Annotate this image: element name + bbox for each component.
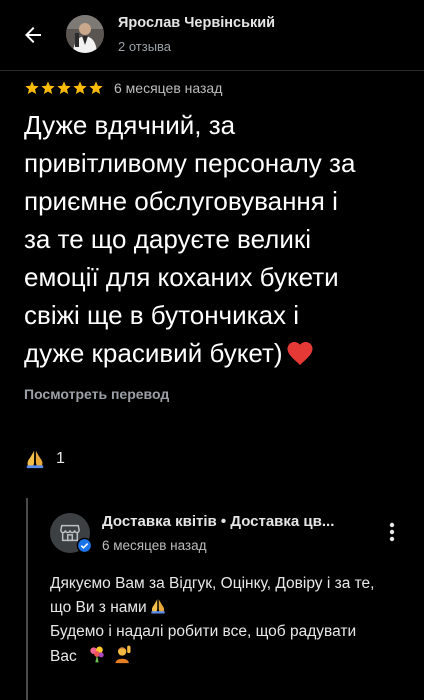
star-icon (89, 81, 103, 94)
reply-text-line: Будемо і надалі робити все, щоб радувати (50, 623, 357, 640)
owner-reply-date: 6 месяцев назад (102, 538, 207, 553)
back-button[interactable] (18, 20, 48, 50)
review-text-line: дуже красивий букет) (24, 338, 283, 368)
reaction-count: 1 (56, 450, 65, 467)
owner-name[interactable]: Доставка квітів • Доставка цв... (102, 513, 334, 530)
author-review-count: 2 отзыва (118, 39, 172, 54)
review-text-last-line: дуже красивий букет) (24, 334, 414, 372)
star-icon (25, 81, 39, 94)
reaction-button[interactable]: 1 (24, 448, 65, 470)
header-divider (0, 70, 424, 71)
star-icon (57, 81, 71, 94)
review-text-line: за те що даруєте великі (24, 224, 312, 254)
review-text-line: привітливому персоналу за (24, 148, 356, 178)
review-text-line: Дуже вдячний, за (24, 110, 236, 140)
reply-text-line-with-emoji: Вас (50, 644, 410, 669)
verified-badge-icon (76, 537, 93, 554)
reply-text-line: Вас (50, 648, 77, 665)
review-text-line: емоції для коханих букети (24, 262, 339, 292)
folded-hands-icon (26, 450, 44, 469)
translate-link[interactable]: Посмотреть перевод (24, 386, 169, 402)
reply-text-line-with-emoji: що Ви з нами (50, 596, 410, 620)
review-text-line: приємне обслуговування і (24, 186, 338, 216)
rating-stars (24, 80, 104, 96)
more-vertical-icon (389, 522, 395, 542)
star-icon (73, 81, 87, 94)
review-text: Дуже вдячний, за привітливому персоналу … (24, 106, 414, 372)
reply-text-line: що Ви з нами (50, 599, 147, 616)
author-avatar[interactable] (66, 15, 104, 53)
review-header: Ярослав Червінський 2 отзыва (0, 0, 424, 70)
author-name[interactable]: Ярослав Червінський (118, 15, 275, 31)
review-text-line: свіжі ще в бутончиках і (24, 300, 300, 330)
star-icon (41, 81, 55, 94)
person-raising-hand-icon (115, 645, 131, 664)
reply-thread-line (26, 498, 28, 700)
review-date: 6 месяцев назад (114, 80, 223, 96)
reply-text-line: Дякуємо Вам за Відгук, Оцінку, Довіру і … (50, 575, 375, 592)
heart-icon (287, 342, 313, 365)
folded-hands-icon (150, 599, 165, 614)
arrow-left-icon (25, 27, 41, 43)
bouquet-icon (90, 646, 104, 663)
owner-reply-text: Дякуємо Вам за Відгук, Оцінку, Довіру і … (50, 572, 410, 669)
more-options-button[interactable] (382, 520, 402, 544)
